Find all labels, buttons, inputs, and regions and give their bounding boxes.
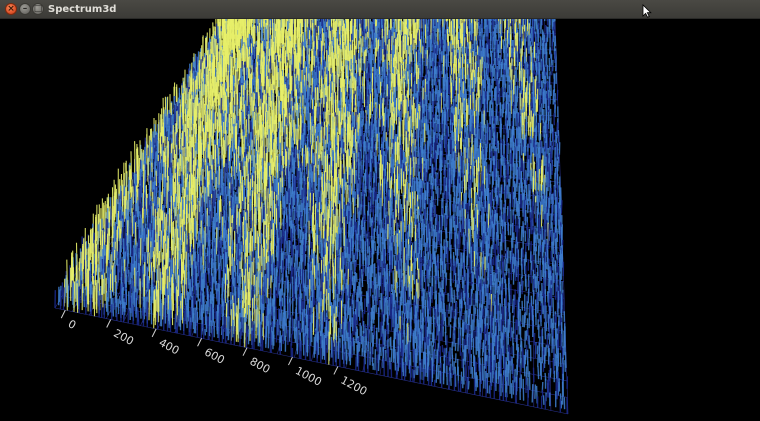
spectrum-spikes xyxy=(54,19,569,414)
close-icon[interactable]: × xyxy=(5,3,17,15)
spectrum3d-window: × – □ Spectrum3d 0 200 400 600 800 1000 1200 xyxy=(0,0,760,421)
title-bar[interactable]: × – □ Spectrum3d xyxy=(0,0,760,19)
x-tick-mark xyxy=(106,319,112,328)
x-tick-label: 400 xyxy=(157,336,182,357)
minimize-icon[interactable]: – xyxy=(19,3,31,15)
x-tick-label: 600 xyxy=(202,345,227,366)
x-tick-mark xyxy=(287,356,293,366)
maximize-icon[interactable]: □ xyxy=(32,3,44,15)
spectrum-plot[interactable]: 0 200 400 600 800 1000 1200 xyxy=(0,19,760,421)
x-tick-mark xyxy=(151,328,157,338)
x-tick-label: 1200 xyxy=(338,374,369,399)
window-title: Spectrum3d xyxy=(48,4,117,15)
x-tick-mark xyxy=(333,366,339,375)
x-tick-label: 0 xyxy=(66,317,78,332)
x-tick-mark xyxy=(242,347,248,356)
spectrum-3d-view[interactable]: 0 200 400 600 800 1000 1200 xyxy=(0,19,760,421)
x-tick-label: 800 xyxy=(248,355,273,376)
mouse-cursor-icon xyxy=(642,4,652,18)
x-tick-mark xyxy=(60,309,66,319)
x-tick-label: 200 xyxy=(111,327,136,348)
x-tick-label: 1000 xyxy=(293,364,324,389)
x-tick-mark xyxy=(197,338,203,347)
